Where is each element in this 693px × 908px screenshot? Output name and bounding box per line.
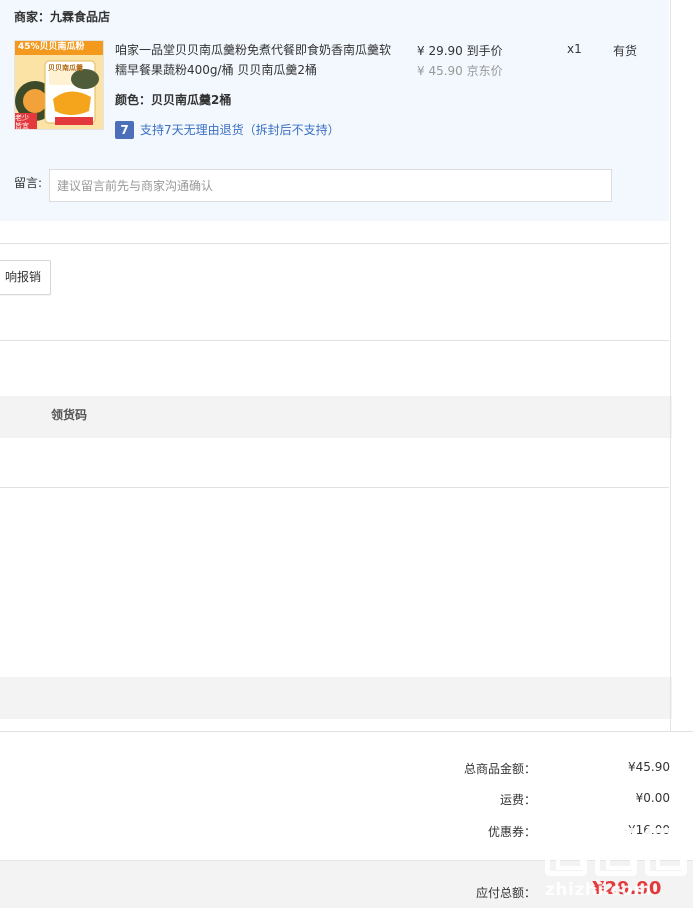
pickup-table-header <box>0 396 672 438</box>
shop-name: 商家：九霖食品店 <box>14 10 111 24</box>
remark-input[interactable] <box>49 169 612 202</box>
remark-label: 留言: <box>14 176 43 190</box>
watermark-glyph-icon <box>595 828 637 876</box>
product-quantity: x1 <box>567 42 582 56</box>
table-divider <box>0 487 669 488</box>
watermark-text: zhizhi.com <box>545 880 652 900</box>
image-text-tag: 老少皆宜 <box>15 114 29 130</box>
price-original: ¥ 45.90 京东价 <box>417 64 503 78</box>
seven-day-return-icon: 7 <box>115 121 134 139</box>
image-text-headline: 45%贝贝南瓜粉 <box>18 42 85 52</box>
summary-goods-total-value: ¥45.90 <box>628 760 670 774</box>
stock-status: 有货 <box>613 44 638 58</box>
invoice-reimburse-button[interactable]: 响报销 <box>0 260 51 295</box>
summary-shipping-label: 运费： <box>499 793 536 807</box>
summary-shipping-value: ¥0.00 <box>635 791 670 805</box>
summary-goods-total-label: 总商品金额： <box>463 762 536 776</box>
summary-coupon-label: 优惠券： <box>487 825 536 839</box>
payable-total-label: 应付总额： <box>475 886 536 900</box>
image-text-product: 贝贝南瓜羹 <box>48 64 83 72</box>
watermark-glyph-icon <box>545 828 587 876</box>
section-footer-bar <box>0 677 672 719</box>
pickup-code-column: 领货码 <box>51 408 88 422</box>
product-color: 颜色：贝贝南瓜羹2桶 <box>115 93 232 107</box>
watermark-logo: zhizhi.com <box>541 826 693 908</box>
watermark-glyph-icon <box>645 828 687 876</box>
panel-border <box>670 0 671 731</box>
section-divider <box>0 340 669 341</box>
return-policy-link[interactable]: 支持7天无理由退货（拆封后不支持） <box>140 121 340 139</box>
price-current: ¥ 29.90 到手价 <box>417 44 503 58</box>
section-divider <box>0 243 669 244</box>
product-title-link[interactable]: 咱家一品堂贝贝南瓜羹粉免煮代餐即食奶香南瓜羹软糯早餐果蔬粉400g/桶 贝贝南瓜… <box>115 40 395 80</box>
summary-divider <box>0 731 693 732</box>
